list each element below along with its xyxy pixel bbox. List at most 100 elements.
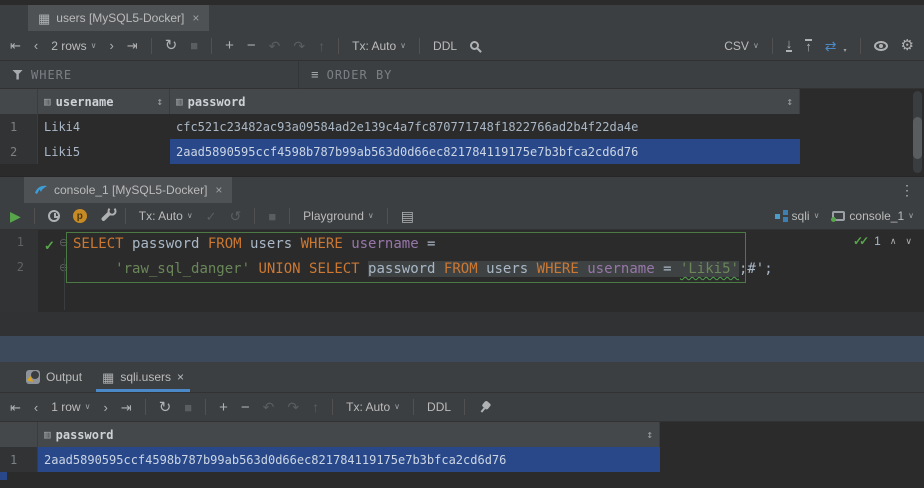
refresh-icon[interactable]: ↻ bbox=[159, 400, 172, 415]
tx-mode-dropdown[interactable]: Tx: Auto ∨ bbox=[139, 209, 193, 223]
execute-in-table-icon[interactable]: ▤ bbox=[401, 209, 414, 223]
result-row: 1 2aad5890595ccf4598b787b99ab563d0d66ec8… bbox=[0, 447, 924, 472]
revert-all-icon: ↷ bbox=[293, 39, 305, 53]
last-page-icon[interactable]: ⇥ bbox=[127, 39, 138, 52]
tab-title: console_1 [MySQL5-Docker] bbox=[54, 183, 207, 197]
commit-check-icon: ✓ bbox=[206, 210, 217, 223]
chevron-down-icon: ∨ bbox=[814, 212, 820, 220]
page-size-dropdown[interactable]: 1 row ∨ bbox=[51, 400, 90, 414]
refresh-icon[interactable]: ↻ bbox=[165, 38, 178, 53]
run-icon[interactable]: ▶ bbox=[10, 209, 21, 223]
import-upload-icon[interactable]: ↑ bbox=[805, 39, 812, 52]
add-row-icon[interactable]: + bbox=[219, 400, 228, 415]
output-tabbar: Output ▦ sqli.users × bbox=[0, 362, 924, 393]
cell-username[interactable]: Liki5 bbox=[38, 139, 170, 164]
delete-row-icon[interactable]: − bbox=[247, 38, 256, 53]
stop-icon: ■ bbox=[184, 401, 192, 414]
sort-icon[interactable]: ↕ bbox=[156, 95, 163, 108]
column-icon: ▥ bbox=[44, 428, 51, 441]
console-tabbar: console_1 [MySQL5-Docker] × bbox=[0, 176, 924, 203]
ddl-button[interactable]: DDL bbox=[433, 39, 457, 53]
parameters-icon[interactable]: p bbox=[73, 209, 87, 223]
more-options-icon[interactable]: ⋮ bbox=[900, 182, 914, 199]
prev-page-icon[interactable]: ‹ bbox=[34, 401, 38, 414]
rollback-icon: ↺ bbox=[230, 209, 242, 223]
cell-username[interactable]: Liki4 bbox=[38, 114, 170, 139]
sql-editor[interactable]: 1 2 ✓ ⊖ ⊖ SELECT password FROM users WHE… bbox=[0, 230, 924, 312]
sort-icon[interactable]: ↕ bbox=[646, 428, 653, 441]
search-icon[interactable] bbox=[470, 41, 479, 50]
schema-icon bbox=[775, 210, 788, 222]
line-number: 1 bbox=[0, 230, 24, 255]
first-page-icon[interactable]: ⇤ bbox=[10, 39, 21, 52]
close-icon[interactable]: × bbox=[192, 11, 199, 25]
ddl-button[interactable]: DDL bbox=[427, 400, 451, 414]
stop-icon: ■ bbox=[268, 210, 276, 223]
console-toolbar: ▶ p Tx: Auto ∨ ✓ ↺ ■ Playground ∨ ▤ sqli… bbox=[0, 203, 924, 230]
sort-icon[interactable]: ↕ bbox=[786, 95, 793, 108]
tab-output[interactable]: Output bbox=[16, 362, 92, 392]
cell-password-selected[interactable]: 2aad5890595ccf4598b787b99ab563d0d66ec821… bbox=[38, 447, 660, 472]
row-number[interactable]: 2 bbox=[0, 139, 38, 164]
filter-bar: WHERE ≡ ORDER BY bbox=[0, 61, 924, 89]
submit-icon: ↑ bbox=[318, 39, 325, 53]
splitter-band[interactable] bbox=[0, 336, 924, 362]
table-icon: ▦ bbox=[38, 12, 50, 25]
chevron-down-icon: ∨ bbox=[908, 212, 914, 220]
tx-mode-dropdown[interactable]: Tx: Auto ∨ bbox=[346, 400, 400, 414]
result-toolbar: ⇤ ‹ 1 row ∨ › ⇥ ↻ ■ + − ↶ ↷ ↑ Tx: Auto ∨… bbox=[0, 393, 924, 422]
prev-page-icon[interactable]: ‹ bbox=[34, 39, 38, 52]
delete-row-icon[interactable]: − bbox=[241, 400, 250, 415]
sql-line-1[interactable]: SELECT password FROM users WHERE usernam… bbox=[73, 232, 435, 257]
order-by-filter-field[interactable]: ≡ ORDER BY bbox=[299, 61, 392, 88]
next-result-icon[interactable]: ∨ bbox=[905, 236, 912, 247]
sql-line-2[interactable]: 'raw_sql_danger' UNION SELECT password F… bbox=[73, 257, 773, 282]
session-selector-dropdown[interactable]: console_1 ∨ bbox=[832, 209, 914, 223]
inspection-count: 1 bbox=[874, 234, 881, 248]
tab-users-table[interactable]: ▦ users [MySQL5-Docker] × bbox=[28, 5, 209, 31]
prev-result-icon[interactable]: ∧ bbox=[890, 236, 897, 247]
scrollbar-thumb[interactable] bbox=[913, 117, 922, 159]
selection-stub bbox=[0, 472, 7, 480]
page-size-dropdown[interactable]: 2 rows ∨ bbox=[51, 39, 96, 53]
playground-mode-dropdown[interactable]: Playground ∨ bbox=[303, 209, 374, 223]
chevron-down-icon: ∨ bbox=[753, 42, 759, 50]
add-row-icon[interactable]: + bbox=[225, 38, 234, 53]
row-number[interactable]: 1 bbox=[0, 447, 38, 472]
next-page-icon[interactable]: › bbox=[103, 401, 107, 414]
table-editor-tabbar: ▦ users [MySQL5-Docker] × bbox=[0, 5, 924, 31]
cell-password[interactable]: cfc521c23482ac93a09584ad2e139c4a7fc87077… bbox=[170, 114, 800, 139]
column-header-username[interactable]: ▥ username ↕ bbox=[38, 89, 170, 114]
history-clock-icon[interactable] bbox=[48, 210, 60, 222]
order-by-icon: ≡ bbox=[311, 68, 319, 81]
column-header-password[interactable]: ▥ password ↕ bbox=[170, 89, 800, 114]
cell-password-selected[interactable]: 2aad5890595ccf4598b787b99ab563d0d66ec821… bbox=[170, 139, 800, 164]
pin-tab-icon[interactable] bbox=[475, 398, 493, 416]
panel-gap bbox=[0, 312, 924, 336]
table-toolbar: ⇤ ‹ 2 rows ∨ › ⇥ ↻ ■ + − ↶ ↷ ↑ Tx: Auto … bbox=[0, 31, 924, 61]
view-options-eye-icon[interactable] bbox=[874, 41, 888, 51]
compare-sync-icon[interactable]: ⇄ bbox=[825, 39, 837, 53]
tx-mode-dropdown[interactable]: Tx: Auto ∨ bbox=[352, 39, 406, 53]
first-page-icon[interactable]: ⇤ bbox=[10, 401, 21, 414]
export-download-icon[interactable]: ↓ bbox=[786, 39, 793, 52]
column-header-password[interactable]: ▥ password ↕ bbox=[38, 422, 660, 447]
column-icon: ▥ bbox=[44, 95, 51, 108]
last-page-icon[interactable]: ⇥ bbox=[121, 401, 132, 414]
schema-selector-dropdown[interactable]: sqli ∨ bbox=[775, 209, 820, 223]
tab-console-1[interactable]: console_1 [MySQL5-Docker] × bbox=[24, 177, 232, 203]
gear-icon[interactable]: ⚙ bbox=[901, 38, 914, 53]
close-icon[interactable]: × bbox=[215, 183, 222, 197]
revert-icon: ↶ bbox=[263, 400, 275, 414]
row-number[interactable]: 1 bbox=[0, 114, 38, 139]
console-session-icon bbox=[832, 211, 845, 221]
where-filter-field[interactable]: WHERE bbox=[0, 61, 298, 88]
export-format-dropdown[interactable]: CSV ∨ bbox=[724, 39, 759, 53]
close-icon[interactable]: × bbox=[177, 370, 184, 384]
chevron-down-icon: ∨ bbox=[368, 212, 374, 220]
tab-sqli-users-result[interactable]: ▦ sqli.users × bbox=[92, 362, 194, 392]
table-row: 1 Liki4 cfc521c23482ac93a09584ad2e139c4a… bbox=[0, 114, 924, 139]
wrench-settings-icon[interactable] bbox=[100, 211, 111, 222]
active-tab-underline bbox=[96, 389, 190, 392]
next-page-icon[interactable]: › bbox=[109, 39, 113, 52]
